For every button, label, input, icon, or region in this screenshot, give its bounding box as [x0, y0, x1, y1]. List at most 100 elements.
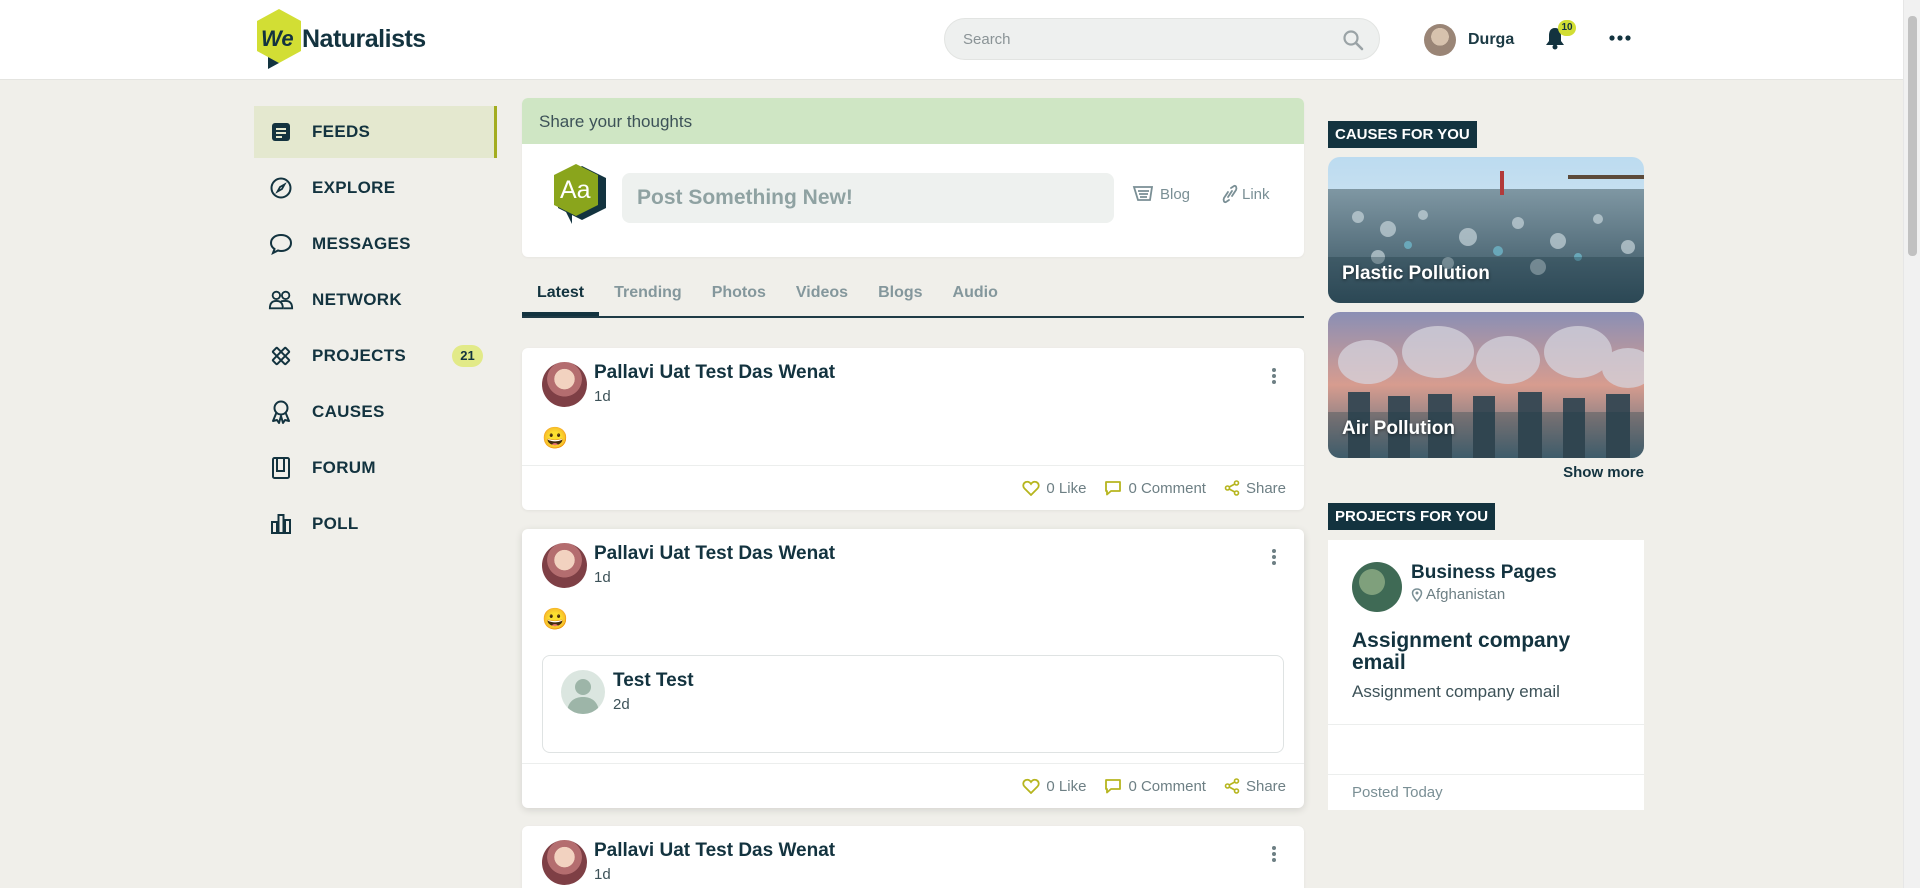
user-name: Durga: [1468, 31, 1515, 48]
post-input[interactable]: [622, 173, 1114, 223]
sidebar-item-label: CAUSES: [312, 402, 385, 421]
sidebar-item-label: MESSAGES: [312, 234, 411, 253]
location-pin-icon: [1411, 587, 1423, 602]
share-icon: [1224, 480, 1240, 496]
book-icon: [268, 455, 294, 481]
sidebar-item-poll[interactable]: POLL: [254, 498, 497, 550]
chat-bubble-icon: [268, 231, 294, 257]
post-options-icon[interactable]: [1270, 844, 1278, 864]
shared-author[interactable]: Test Test: [613, 670, 694, 692]
search-icon[interactable]: [1341, 28, 1365, 52]
comment-icon: [1105, 779, 1122, 794]
share-label: Share: [1245, 479, 1286, 497]
author-avatar[interactable]: [542, 840, 587, 885]
heart-icon: [1022, 480, 1041, 496]
tab-photos[interactable]: Photos: [697, 276, 781, 316]
link-button[interactable]: Link: [1222, 184, 1270, 204]
tab-videos[interactable]: Videos: [781, 276, 863, 316]
post-author[interactable]: Pallavi Uat Test Das Wenat: [594, 362, 835, 384]
people-icon: [268, 287, 294, 313]
sidebar-item-causes[interactable]: CAUSES: [254, 386, 497, 438]
post-time: 1d: [594, 866, 611, 883]
tab-blogs[interactable]: Blogs: [863, 276, 937, 316]
app-logo[interactable]: We Naturalists: [254, 8, 426, 70]
notifications-button[interactable]: 10: [1544, 20, 1576, 52]
more-menu-button[interactable]: [1606, 28, 1634, 48]
divider: [1328, 774, 1644, 775]
sidebar-item-feeds[interactable]: FEEDS: [254, 106, 497, 158]
composer-avatar-text: Aa: [560, 176, 591, 204]
project-title[interactable]: Assignment company email: [1352, 630, 1622, 674]
sidebar-nav: FEEDS EXPLORE MESSAGES NETWORK PROJECTS …: [254, 106, 497, 554]
author-avatar[interactable]: [542, 543, 587, 588]
sidebar-item-explore[interactable]: EXPLORE: [254, 162, 497, 214]
feed-post: Pallavi Uat Test Das Wenat 1d 😀 0 Like 0…: [522, 348, 1304, 510]
sidebar-item-label: EXPLORE: [312, 178, 396, 197]
pencil-ruler-icon: [268, 343, 294, 369]
tab-trending[interactable]: Trending: [599, 276, 697, 316]
like-count: 0 Like: [1046, 479, 1087, 497]
cause-name: Air Pollution: [1342, 418, 1455, 439]
logo-text: Naturalists: [302, 24, 426, 53]
comment-button[interactable]: 0 Comment: [1104, 778, 1206, 795]
scrollbar-thumb[interactable]: [1908, 16, 1917, 256]
sidebar-item-network[interactable]: NETWORK: [254, 274, 497, 326]
search-input[interactable]: [963, 19, 1323, 59]
show-more-causes-link[interactable]: Show more: [1540, 464, 1644, 481]
post-options-icon[interactable]: [1270, 366, 1278, 386]
sidebar-item-label: FORUM: [312, 458, 376, 477]
post-actions: 0 Like 0 Comment Share: [522, 465, 1304, 510]
sidebar-item-label: FEEDS: [312, 122, 371, 141]
like-button[interactable]: 0 Like: [1022, 778, 1086, 795]
business-page-avatar: [1352, 562, 1402, 612]
heart-icon: [1022, 778, 1041, 794]
shared-post[interactable]: Test Test 2d: [542, 655, 1284, 753]
sidebar-item-label: PROJECTS: [312, 346, 407, 365]
share-button[interactable]: Share: [1224, 480, 1286, 497]
composer-avatar: Aa: [542, 162, 610, 226]
sidebar-item-projects[interactable]: PROJECTS 21: [254, 330, 497, 382]
sidebar-item-label: NETWORK: [312, 290, 402, 309]
post-author[interactable]: Pallavi Uat Test Das Wenat: [594, 840, 835, 862]
business-page-name[interactable]: Business Pages: [1411, 562, 1557, 584]
tab-audio[interactable]: Audio: [938, 276, 1013, 316]
cause-name: Plastic Pollution: [1342, 263, 1490, 284]
blog-icon: [1132, 186, 1154, 201]
comment-count: 0 Comment: [1128, 479, 1206, 497]
sidebar-item-messages[interactable]: MESSAGES: [254, 218, 497, 270]
author-avatar[interactable]: [542, 362, 587, 407]
like-button[interactable]: 0 Like: [1022, 480, 1086, 497]
user-avatar: [1424, 24, 1456, 56]
notification-count-badge: 10: [1558, 20, 1576, 36]
share-button[interactable]: Share: [1224, 778, 1286, 795]
top-bar: We Naturalists Durga 10: [0, 0, 1920, 80]
logo-badge: We: [254, 8, 304, 70]
sidebar-item-label: POLL: [312, 514, 359, 533]
comment-button[interactable]: 0 Comment: [1104, 480, 1206, 497]
blog-button[interactable]: Blog: [1132, 184, 1190, 204]
feed-post: Pallavi Uat Test Das Wenat 1d: [522, 826, 1304, 888]
sidebar-item-forum[interactable]: FORUM: [254, 442, 497, 494]
page-scrollbar[interactable]: [1903, 0, 1920, 888]
logo-badge-text: We: [261, 26, 294, 51]
project-location: Afghanistan: [1411, 586, 1505, 603]
causes-section-title: CAUSES FOR YOU: [1328, 121, 1477, 148]
projects-count-badge: 21: [452, 345, 483, 367]
cause-card-plastic-pollution[interactable]: Plastic Pollution: [1328, 157, 1644, 303]
post-content: 😀: [542, 608, 569, 631]
post-composer: Share your thoughts Aa Blog Link: [522, 98, 1304, 257]
blog-label: Blog: [1160, 185, 1191, 203]
post-time: 1d: [594, 388, 611, 405]
feed-post: Pallavi Uat Test Das Wenat 1d 😀 Test Tes…: [522, 529, 1304, 808]
projects-section-title: PROJECTS FOR YOU: [1328, 503, 1496, 530]
bar-chart-icon: [268, 511, 294, 537]
post-options-icon[interactable]: [1270, 547, 1278, 567]
user-profile-menu[interactable]: Durga: [1424, 22, 1514, 58]
shared-author-avatar: [561, 670, 605, 714]
tab-latest[interactable]: Latest: [522, 276, 600, 316]
feed-tabs: Latest Trending Photos Videos Blogs Audi…: [522, 276, 1304, 318]
project-card[interactable]: Business Pages Afghanistan Assignment co…: [1328, 540, 1644, 810]
post-author[interactable]: Pallavi Uat Test Das Wenat: [594, 543, 835, 565]
cause-card-air-pollution[interactable]: Air Pollution: [1328, 312, 1644, 458]
post-time: 1d: [594, 569, 611, 586]
